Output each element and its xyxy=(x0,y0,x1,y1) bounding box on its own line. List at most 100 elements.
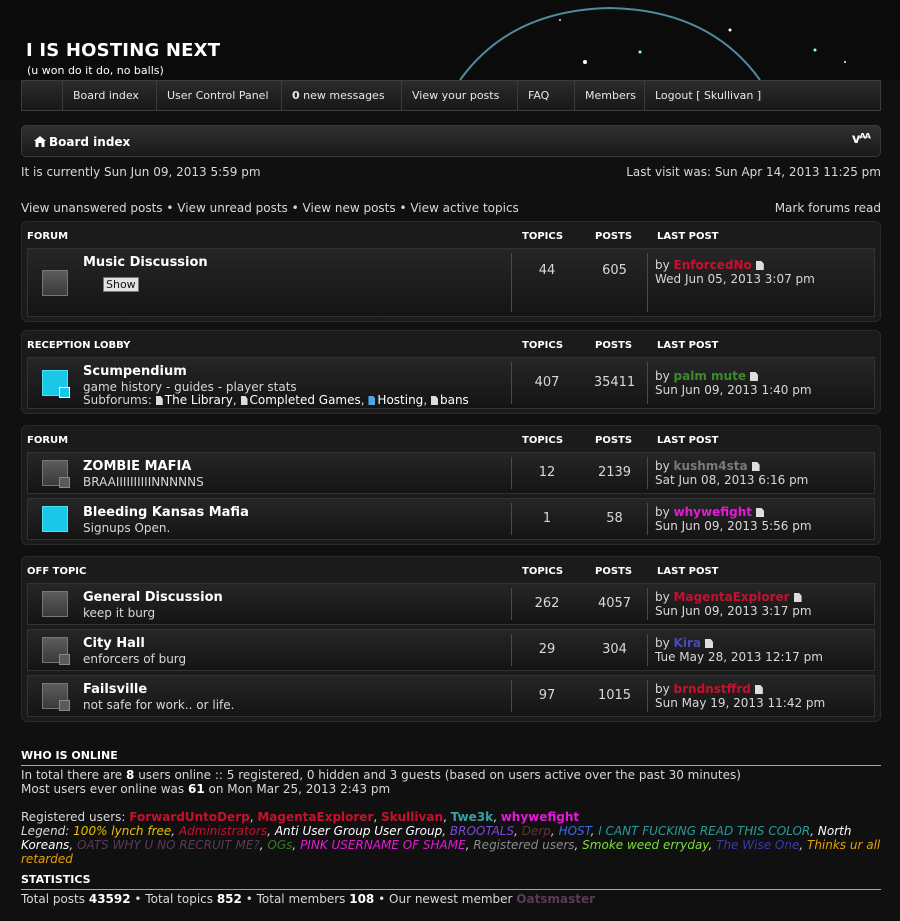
last-post-user-link[interactable]: brndnstffrd xyxy=(674,682,751,696)
view-active-link[interactable]: View active topics xyxy=(410,201,518,215)
forum-title-link[interactable]: Music Discussion xyxy=(83,255,208,270)
legend-group-link[interactable]: Administrators xyxy=(179,824,267,838)
legend-group-link[interactable]: HOST xyxy=(559,824,591,838)
view-latest-post-icon[interactable] xyxy=(755,261,764,270)
separator: • xyxy=(166,201,174,215)
category-name[interactable]: OFF TOPIC xyxy=(27,566,86,577)
forum-title-link[interactable]: Scumpendium xyxy=(83,364,187,379)
subforum-page-icon xyxy=(155,396,163,405)
legend-line: Legend: 100% lynch free, Administrators,… xyxy=(21,824,881,866)
last-post-date: Wed Jun 05, 2013 3:07 pm xyxy=(655,272,815,286)
last-post-date: Sun Jun 09, 2013 1:40 pm xyxy=(655,383,812,397)
registered-user-link[interactable]: MagentaExplorer xyxy=(257,810,373,824)
legend-group-link[interactable]: The Wise One xyxy=(716,838,799,852)
legend-group-link[interactable]: OGs xyxy=(267,838,292,852)
last-post-info: by brndnstffrd Sun May 19, 2013 11:42 pm xyxy=(655,682,825,710)
last-post-user-link[interactable]: Kira xyxy=(674,636,701,650)
legend-group-link[interactable]: PINK USERNAME OF SHAME xyxy=(300,838,466,852)
legend-group-link[interactable]: OATS WHY U NO RECRUIT ME? xyxy=(77,838,260,852)
column-divider xyxy=(511,253,512,312)
column-divider xyxy=(647,680,648,712)
nav-item-3[interactable]: View your posts xyxy=(401,81,517,110)
forum-title-link[interactable]: Bleeding Kansas Mafia xyxy=(83,505,249,520)
topics-count: 407 xyxy=(534,375,560,390)
nav-item-1[interactable]: User Control Panel xyxy=(156,81,281,110)
legend-group-link[interactable]: BROOTALS xyxy=(450,824,514,838)
forum-title-link[interactable]: Failsville xyxy=(83,682,147,697)
subforum-link[interactable]: Completed Games xyxy=(250,393,361,407)
subforum-page-icon xyxy=(240,396,248,405)
nav-item-6[interactable]: Logout [ Skullivan ] xyxy=(644,81,768,110)
posts-count: 35411 xyxy=(593,375,636,390)
legend-label: Legend: xyxy=(21,824,70,838)
forum-title-link[interactable]: ZOMBIE MAFIA xyxy=(83,459,191,474)
legend-group-link[interactable]: Registered users xyxy=(473,838,574,852)
subforum-mini-icon xyxy=(59,387,70,398)
topics-column-header: TOPICS xyxy=(522,435,564,446)
forum-read-icon xyxy=(42,637,70,665)
forum-title-link[interactable]: City Hall xyxy=(83,636,145,651)
view-latest-post-icon[interactable] xyxy=(754,685,763,694)
view-unanswered-link[interactable]: View unanswered posts xyxy=(21,201,163,215)
subforum-mini-icon xyxy=(59,654,70,665)
breadcrumb[interactable]: Board index xyxy=(34,135,130,149)
last-post-user-link[interactable]: whywefight xyxy=(674,505,752,519)
last-post-user-link[interactable]: MagentaExplorer xyxy=(674,590,790,604)
nav-item-2[interactable]: 0 new messages xyxy=(281,81,401,110)
nav-label: FAQ xyxy=(528,89,550,102)
forum-read-icon xyxy=(42,460,70,488)
nav-label: User Control Panel xyxy=(167,89,269,102)
view-unread-link[interactable]: View unread posts xyxy=(177,201,288,215)
category-name[interactable]: FORUM xyxy=(27,435,68,446)
legend-group-link[interactable]: Anti User Group User Group xyxy=(275,824,442,838)
font-size-toggle-icon[interactable]: ᴠᴬᴬ xyxy=(852,132,871,147)
category-header: RECEPTION LOBBY TOPICS POSTS LAST POST xyxy=(22,331,880,357)
subforum-link[interactable]: bans xyxy=(440,393,469,407)
who-is-online-title: WHO IS ONLINE xyxy=(21,749,881,766)
view-latest-post-icon[interactable] xyxy=(751,462,760,471)
last-visit: Last visit was: Sun Apr 14, 2013 11:25 p… xyxy=(626,165,881,179)
topics-column-header: TOPICS xyxy=(522,231,564,242)
last-post-by-label: by xyxy=(655,459,670,473)
separator: • xyxy=(399,201,407,215)
mark-forums-read-link[interactable]: Mark forums read xyxy=(775,201,881,215)
registered-user-link[interactable]: ForwardUntoDerp xyxy=(129,810,249,824)
category-name[interactable]: FORUM xyxy=(27,231,68,242)
view-latest-post-icon[interactable] xyxy=(793,593,802,602)
nav-item-4[interactable]: FAQ xyxy=(517,81,574,110)
last-post-user-link[interactable]: EnforcedNo xyxy=(674,258,752,272)
category-name[interactable]: RECEPTION LOBBY xyxy=(27,340,130,351)
view-latest-post-icon[interactable] xyxy=(749,372,758,381)
banner-art xyxy=(440,0,880,80)
last-post-user-link[interactable]: kushm4sta xyxy=(674,459,748,473)
subforum-link[interactable]: The Library xyxy=(165,393,233,407)
category-header: OFF TOPIC TOPICS POSTS LAST POST xyxy=(22,557,880,583)
legend-group-link[interactable]: Derp xyxy=(522,824,551,838)
forum-row: Music Discussion Show 44 605 by EnforcedNo We… xyxy=(27,248,875,317)
legend-group-link[interactable]: 100% lynch free xyxy=(73,824,171,838)
view-latest-post-icon[interactable] xyxy=(704,639,713,648)
subforum-link[interactable]: Hosting xyxy=(377,393,423,407)
site-title[interactable]: I IS HOSTING NEXT xyxy=(26,40,220,61)
forum-category: RECEPTION LOBBY TOPICS POSTS LAST POST Scump… xyxy=(21,330,881,414)
view-latest-post-icon[interactable] xyxy=(756,508,764,517)
last-post-user-link[interactable]: palm mute xyxy=(674,369,746,383)
forum-description: Signups Open. xyxy=(83,521,171,535)
forum-row: Bleeding Kansas Mafia Signups Open. 1 58 by … xyxy=(27,498,875,540)
legend-group-link[interactable]: Smoke weed erryday xyxy=(582,838,708,852)
total-posts-label: Total posts xyxy=(21,892,86,906)
registered-user-link[interactable]: Skullivan xyxy=(381,810,443,824)
newest-member-link[interactable]: Oatsmaster xyxy=(516,892,595,906)
posts-column-header: POSTS xyxy=(595,435,633,446)
forum-row: General Discussion keep it burg 262 4057 by … xyxy=(27,583,875,625)
nav-item-0[interactable]: Board index xyxy=(62,81,156,110)
view-new-link[interactable]: View new posts xyxy=(303,201,396,215)
legend-group-link[interactable]: I CANT FUCKING READ THIS COLOR xyxy=(598,824,810,838)
column-divider xyxy=(647,503,648,535)
nav-item-5[interactable]: Members xyxy=(574,81,644,110)
registered-user-link[interactable]: whywefight xyxy=(501,810,579,824)
registered-user-link[interactable]: Twe3k xyxy=(451,810,493,824)
show-button[interactable]: Show xyxy=(103,277,139,292)
online-count: 8 xyxy=(126,768,135,782)
forum-title-link[interactable]: General Discussion xyxy=(83,590,223,605)
